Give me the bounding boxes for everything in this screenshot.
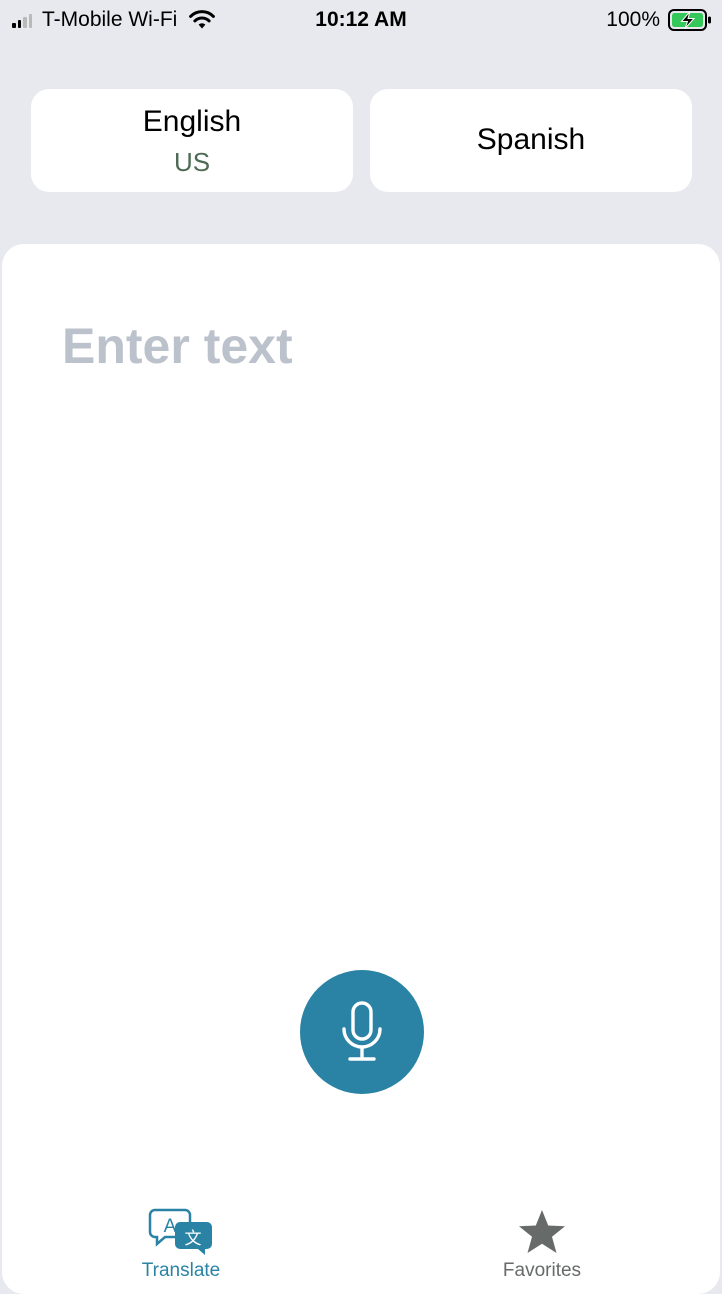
- translate-icon: A 文: [148, 1208, 212, 1255]
- target-language-name: Spanish: [476, 123, 586, 156]
- tab-translate-label: Translate: [141, 1260, 221, 1281]
- svg-text:文: 文: [185, 1229, 202, 1249]
- battery-percentage: 100%: [606, 8, 660, 31]
- source-language-button[interactable]: English US: [31, 89, 353, 192]
- tab-favorites-label: Favorites: [502, 1260, 582, 1281]
- battery-charging-icon: [668, 9, 711, 31]
- status-bar: T-Mobile Wi-Fi 10:12 AM 100%: [0, 0, 722, 40]
- microphone-button[interactable]: [300, 970, 424, 1094]
- microphone-icon: [342, 1001, 382, 1061]
- source-language-region: US: [173, 147, 211, 177]
- tab-favorites[interactable]: Favorites: [442, 1200, 642, 1284]
- tab-translate[interactable]: A 文 Translate: [81, 1200, 281, 1284]
- translation-panel: [2, 244, 720, 1294]
- language-selector: English US Spanish: [31, 89, 692, 192]
- target-language-button[interactable]: Spanish: [370, 89, 692, 192]
- tab-bar: A 文 Translate Favorites: [0, 1200, 722, 1284]
- star-icon: [519, 1210, 565, 1253]
- svg-text:A: A: [164, 1216, 177, 1237]
- source-language-name: English: [142, 105, 242, 138]
- text-input[interactable]: [62, 306, 662, 386]
- status-right: 100%: [606, 8, 712, 32]
